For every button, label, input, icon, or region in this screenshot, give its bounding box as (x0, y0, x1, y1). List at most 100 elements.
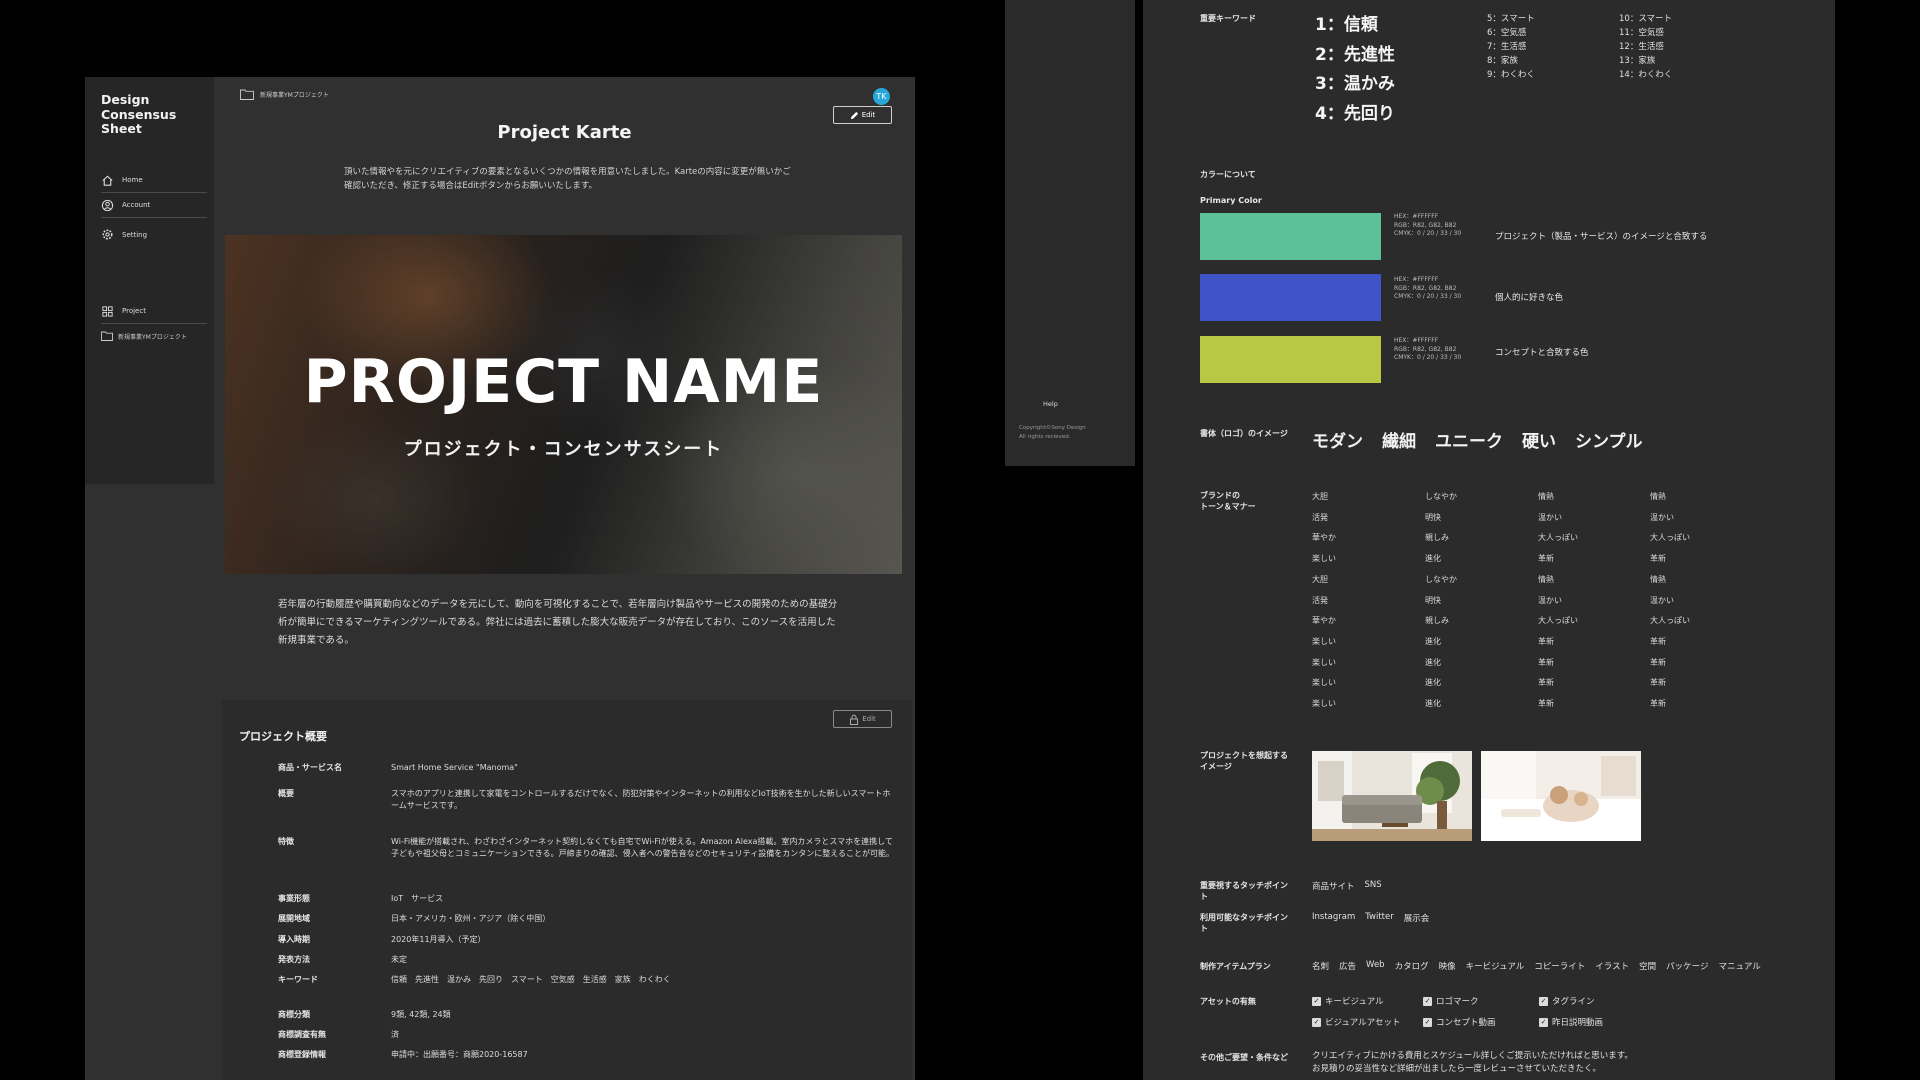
tone-word: 革新 (1650, 554, 1666, 564)
account-icon (101, 199, 114, 211)
tone-word: 大人っぽい (1650, 533, 1690, 543)
tone-word: 進化 (1425, 636, 1441, 646)
avatar[interactable]: TK (873, 88, 890, 105)
color-swatch (1200, 213, 1381, 260)
row-value: 申請中：出願番号：商願2020-16587 (391, 1050, 528, 1059)
production-item: コピーライト (1534, 962, 1586, 972)
tone-word: 温かい (1538, 595, 1562, 605)
row-value: 日本・アメリカ・欧州・アジア（除く中国） (391, 914, 551, 923)
tone-word: 楽しい (1312, 636, 1336, 646)
row-value: スマホのアプリと連携して家電をコントロールするだけでなく、防犯対策やインターネッ… (391, 789, 891, 810)
row-value: IoT サービス (391, 894, 444, 903)
swatch-meta: HEX：#FFFFFF RGB：R82, G82, B82 CMYK：0 / 2… (1394, 213, 1462, 237)
keyword-main: 4：先回り (1315, 104, 1395, 124)
checkbox-check-icon: ✓ (1312, 996, 1321, 1006)
keyword-item: 12：生活感 (1619, 42, 1664, 52)
tone-word: しなやか (1425, 574, 1457, 584)
swatch-description: 個人的に好きな色 (1495, 293, 1564, 303)
row-value: 未定 (391, 955, 407, 964)
tone-word: 進化 (1425, 554, 1441, 564)
other-requests-text: クリエイティブにかける費用とスケジュール詳しくご提示いただければと思います。 お… (1312, 1051, 1633, 1074)
edit-button-label: Edit (861, 111, 876, 119)
other-requests-label: その他ご要望・条件など (1200, 1053, 1288, 1062)
tone-word: 温かい (1650, 512, 1674, 522)
row-value: 信頼 先進性 温かみ 先回り スマート 空気感 生活感 家族 わくわく (391, 975, 671, 984)
production-items-label: 制作アイテムプラン (1200, 962, 1271, 971)
tone-word: 革新 (1538, 657, 1554, 667)
row-label: 商標登録情報 (278, 1050, 326, 1059)
sidebar-item-label: Home (122, 176, 143, 184)
tone-word: 活発 (1312, 512, 1328, 522)
tone-word: 情熱 (1538, 492, 1554, 501)
breadcrumb[interactable]: 新規事業YMプロジェクト (240, 89, 329, 100)
sidebar-item-home[interactable]: Home (101, 168, 207, 193)
keyword-main: 2：先進性 (1315, 45, 1395, 65)
tone-word: 革新 (1650, 636, 1666, 646)
project-description: 若年層の行動履歴や購買動向などのデータを元にして、動向を可視化することで、若年層… (278, 599, 838, 646)
tone-word: 革新 (1538, 554, 1554, 564)
tone-word: 革新 (1538, 699, 1554, 708)
keyword-item: 13：家族 (1619, 56, 1656, 66)
swatch-description: プロジェクト（製品・サービス）のイメージと合致する (1495, 232, 1708, 242)
asset-checkbox[interactable]: ✓ 昨日説明動画 (1539, 1016, 1603, 1028)
hero-title: PROJECT NAME (303, 347, 824, 417)
production-item: パッケージ (1666, 962, 1709, 972)
assets-label: アセットの有無 (1200, 997, 1256, 1006)
asset-checkbox[interactable]: ✓ キービジュアル (1312, 995, 1384, 1007)
checkbox-check-icon: ✓ (1423, 996, 1432, 1006)
mood-photo-living-room (1312, 751, 1472, 841)
row-label: 発表方法 (278, 955, 310, 964)
lock-icon (850, 714, 859, 725)
keyword-main: 3：温かみ (1315, 74, 1395, 94)
asset-label: ビジュアルアセット (1325, 1018, 1401, 1028)
sidebar-item-account[interactable]: Account (101, 193, 207, 218)
row-value: Wi-Fi機能が搭載され、わざわざインターネット契約しなくても自宅でWi-Fiが… (391, 837, 894, 858)
tone-word: 革新 (1650, 699, 1666, 708)
production-items-values: 名刺 広告 Web カタログ 映像 キービジュアル コピーライト イラスト 空間… (1312, 960, 1761, 972)
production-item: 広告 (1339, 962, 1357, 972)
row-label: 特徴 (278, 837, 294, 846)
available-touchpoint-values: Instagram Twitter 展示会 (1312, 912, 1429, 924)
tone-word: 革新 (1538, 678, 1554, 688)
tone-word: 大人っぽい (1650, 616, 1690, 626)
tone-word: 明快 (1425, 595, 1441, 605)
tone-word: 楽しい (1312, 699, 1336, 708)
keyword-item: 7：生活感 (1487, 42, 1527, 52)
overview-edit-button[interactable]: Edit (833, 710, 892, 728)
row-label: 展開地域 (278, 914, 310, 923)
keywords-label: 重要キーワード (1200, 14, 1256, 23)
keyword-item: 6：空気感 (1487, 28, 1527, 38)
edit-button-label: Edit (862, 715, 876, 723)
asset-label: コンセプト動画 (1436, 1018, 1496, 1028)
touchpoint-item: 展示会 (1403, 914, 1430, 924)
tone-word: 進化 (1425, 678, 1441, 688)
copyright-text: Copyright©Sony Design All rights recieve… (1019, 425, 1086, 440)
keyword-main: 1：信頼 (1315, 15, 1378, 35)
asset-checkbox[interactable]: ✓ タグライン (1539, 995, 1595, 1007)
sidebar-item-setting[interactable]: Setting (101, 222, 207, 247)
overview-row: 概要 スマホのアプリと連携して家電をコントロールするだけでなく、防犯対策やインター… (278, 788, 898, 812)
sidebar-item-label: Account (122, 201, 151, 209)
sidebar-item-project[interactable]: Project (101, 299, 207, 324)
help-link[interactable]: Help (1043, 400, 1058, 408)
overview-row: 商標分類 9類, 42類, 24類 (278, 1009, 898, 1021)
folder-icon (240, 89, 254, 100)
folder-icon (101, 331, 113, 341)
font-word: 硬い (1522, 432, 1556, 452)
asset-checkbox[interactable]: ✓ ビジュアルアセット (1312, 1016, 1400, 1028)
production-item: 映像 (1438, 962, 1456, 972)
row-label: 事業形態 (278, 894, 310, 903)
tone-word: 温かい (1538, 512, 1562, 522)
asset-checkbox[interactable]: ✓ ロゴマーク (1423, 995, 1479, 1007)
grid-icon (102, 305, 113, 317)
checkbox-check-icon: ✓ (1539, 996, 1548, 1006)
sidebar-subitem-project[interactable]: 新規事業YMプロジェクト (101, 331, 187, 341)
asset-checkbox[interactable]: ✓ コンセプト動画 (1423, 1016, 1496, 1028)
sidebar-item-label: Project (122, 307, 146, 315)
tone-word: しなやか (1425, 492, 1457, 501)
tone-word: 情熱 (1650, 574, 1666, 584)
touchpoint-item: 商品サイト (1312, 882, 1355, 892)
tone-word: 楽しい (1312, 678, 1336, 688)
color-section-label: カラーについて (1200, 170, 1256, 179)
keyword-item: 5：スマート (1487, 14, 1535, 24)
